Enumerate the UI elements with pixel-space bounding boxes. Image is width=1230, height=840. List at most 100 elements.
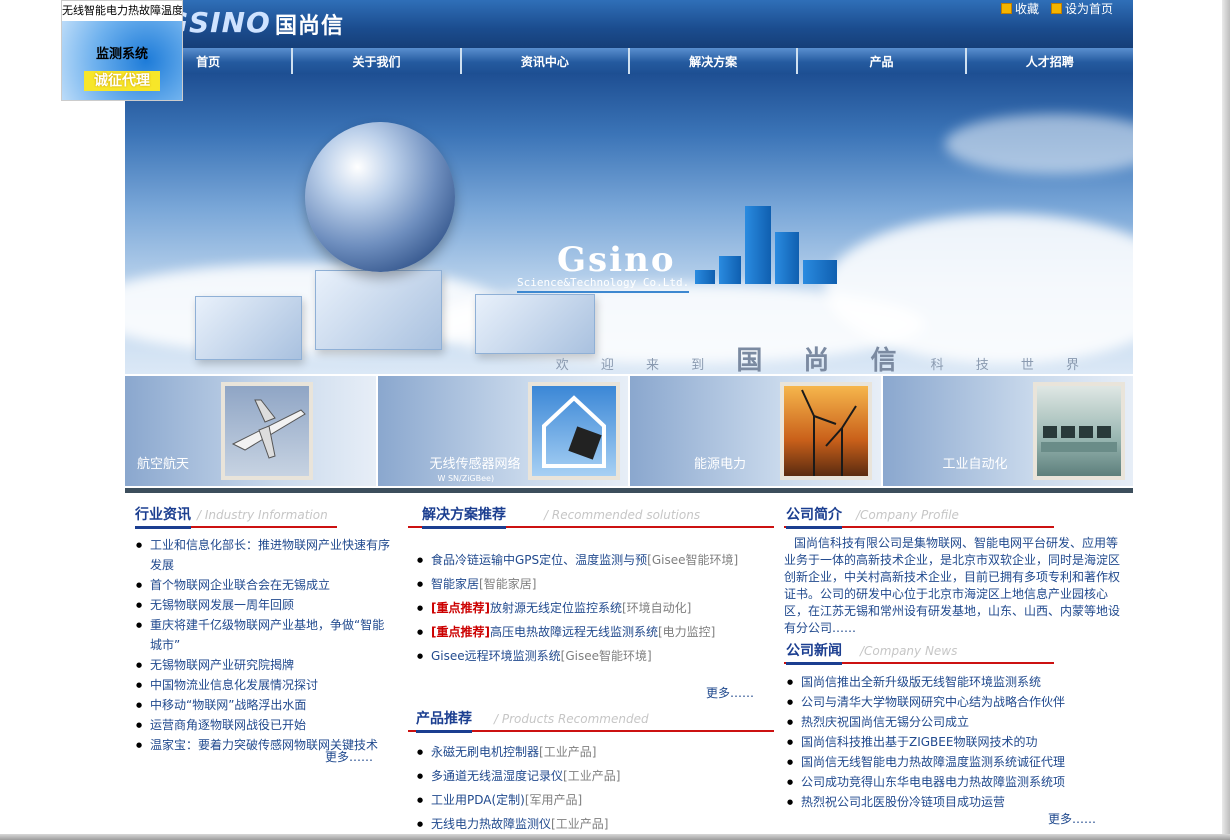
nav-solutions[interactable]: 解决方案 <box>629 48 797 74</box>
list-item[interactable]: 公司与清华大学物联网研究中心结为战略合作伙伴 <box>786 692 1122 712</box>
category-label: 航空航天 <box>137 457 190 472</box>
airplane-image <box>221 382 313 480</box>
product-tag: [军用产品] <box>524 793 583 807</box>
list-item[interactable]: 首个物联网企业联合会在无锡成立 <box>135 575 395 595</box>
solution-title: 高压电热故障远程无线监测系统 <box>489 625 658 639</box>
building-bar <box>695 270 715 284</box>
list-item[interactable]: 无线电力热故障监测仪[工业产品] <box>416 812 774 836</box>
category-strip: 航空航天 无线传感器网络 W SN/ZiGBee) 能源电力 工业自动化 <box>125 376 1133 486</box>
house-chip-image <box>527 382 620 480</box>
list-item[interactable]: 工业和信息化部长：推进物联网产业快速有序发展 <box>135 535 395 575</box>
list-item[interactable]: 公司成功竞得山东华电电器电力热故障监测系统项 <box>786 772 1122 792</box>
company-profile-text: 国尚信科技有限公司是集物联网、智能电网平台研发、应用等业务于一体的高新技术企业，… <box>784 536 1121 635</box>
solution-title: 食品冷链运输中GPS定位、温度监测与预 <box>431 553 648 567</box>
list-item[interactable]: 热烈祝公司北医股份冷链项目成功运营 <box>786 792 1122 812</box>
cloud-shape <box>945 114 1133 174</box>
logo-cn[interactable]: 国尚信 <box>275 8 344 40</box>
solution-tag: [电力监控] <box>658 625 716 639</box>
category-energy[interactable]: 能源电力 <box>630 376 883 486</box>
wind-turbine-image <box>780 382 872 480</box>
industry-more-link[interactable]: 更多…… <box>325 748 373 765</box>
nav-news-center[interactable]: 资讯中心 <box>461 48 628 74</box>
ad-subtitle: 监测系统 <box>95 47 148 62</box>
section-header: 产品推荐 / Products Recommended <box>408 704 774 733</box>
banner-brand-sub: Science&Technology Co.Ltd. <box>517 276 690 293</box>
category-aerospace[interactable]: 航空航天 <box>125 376 378 486</box>
solution-title: Gisee远程环境监测系统 <box>431 649 561 663</box>
company-news-list: 国尚信推出全新升级版无线智能环境监测系统 公司与清华大学物联网研究中心结为战略合… <box>784 672 1122 812</box>
nav-products[interactable]: 产品 <box>798 48 965 74</box>
list-item[interactable]: 国尚信推出全新升级版无线智能环境监测系统 <box>786 672 1122 692</box>
list-item[interactable]: 无锡物联网产业研究院揭牌 <box>135 655 395 675</box>
solution-tag: [Gisee智能环境] <box>560 649 652 663</box>
section-subtitle: / Recommended solutions <box>544 508 701 522</box>
solution-title: 放射源无线定位监控系统 <box>489 601 622 615</box>
main-nav: 首页 关于我们 资讯中心 解决方案 产品 人才招聘 <box>125 48 1133 74</box>
solutions-list: 食品冷链运输中GPS定位、温度监测与预[Gisee智能环境] 智能家居[智能家居… <box>408 548 774 668</box>
industry-section: 行业资讯 / Industry Information 工业和信息化部长：推进物… <box>135 500 395 764</box>
section-title: 公司简介 <box>786 504 842 529</box>
window-edge-right <box>1222 0 1230 840</box>
set-homepage-link[interactable]: 设为首页 <box>1050 0 1113 17</box>
list-item[interactable]: Gisee远程环境监测系统[Gisee智能环境] <box>416 644 774 668</box>
window-edge-bottom <box>0 834 1230 840</box>
buildings-graphic <box>695 204 840 284</box>
list-item[interactable]: 中移动“物联网”战略浮出水面 <box>135 695 395 715</box>
section-title: 公司新闻 <box>786 640 842 665</box>
list-item[interactable]: 重庆将建千亿级物联网产业基地，争做“智能城市” <box>135 615 395 655</box>
ad-cta: 诚征代理 <box>84 71 160 91</box>
cube-center <box>315 270 442 350</box>
list-item[interactable]: 智能家居[智能家居] <box>416 572 774 596</box>
top-links: 收藏 设为首页 <box>1000 0 1113 17</box>
ad-title: 无线智能电力热故障温度 <box>62 1 182 21</box>
list-item[interactable]: 工业用PDA(定制)[军用产品] <box>416 788 774 812</box>
category-label: 工业自动化 <box>942 457 1008 472</box>
welcome-name: 国 尚 信 <box>736 346 913 374</box>
company-news-more-link[interactable]: 更多…… <box>1048 810 1096 827</box>
section-subtitle: /Company Profile <box>856 508 959 522</box>
product-title: 多通道无线温湿度记录仪 <box>431 769 564 783</box>
section-subtitle: /Company News <box>860 644 958 658</box>
product-tag: [工业产品] <box>539 745 597 759</box>
category-industrial[interactable]: 工业自动化 <box>882 376 1133 486</box>
nav-careers[interactable]: 人才招聘 <box>966 48 1133 74</box>
solutions-more-link[interactable]: 更多…… <box>706 684 754 701</box>
floating-ad[interactable]: 无线智能电力热故障温度 监测系统 诚征代理 <box>61 0 183 101</box>
favorite-link[interactable]: 收藏 <box>1000 0 1039 17</box>
section-subtitle: / Products Recommended <box>494 712 649 726</box>
favorite-label: 收藏 <box>1014 2 1039 16</box>
list-item[interactable]: 多通道无线温湿度记录仪[工业产品] <box>416 764 774 788</box>
list-item[interactable]: 食品冷链运输中GPS定位、温度监测与预[Gisee智能环境] <box>416 548 774 572</box>
featured-badge: [重点推荐] <box>431 625 490 639</box>
page-container: GSINO 国尚信 收藏 设为首页 首页 关于我们 资讯中心 解决方案 产品 人… <box>125 0 1133 840</box>
nav-about[interactable]: 关于我们 <box>293 48 460 74</box>
list-item[interactable]: 国尚信科技推出基于ZIGBEE物联网技术的功 <box>786 732 1122 752</box>
site-header: GSINO 国尚信 收藏 设为首页 <box>125 0 1133 48</box>
category-wsn[interactable]: 无线传感器网络 W SN/ZiGBee) <box>377 376 630 486</box>
building-bar <box>745 206 771 284</box>
product-title: 永磁无刷电机控制器 <box>431 745 540 759</box>
list-item[interactable]: 无锡物联网发展一周年回顾 <box>135 595 395 615</box>
hero-banner: Gsino Science&Technology Co.Ltd. 欢 迎 来 到… <box>125 74 1133 374</box>
list-item[interactable]: 中国物流业信息化发展情况探讨 <box>135 675 395 695</box>
product-title: 工业用PDA(定制) <box>431 793 525 807</box>
section-header: 解决方案推荐 / Recommended solutions <box>408 500 774 529</box>
section-subtitle: / Industry Information <box>197 508 328 522</box>
solution-tag: [智能家居] <box>479 577 537 591</box>
list-item[interactable]: 国尚信无线智能电力热故障温度监测系统诚征代理 <box>786 752 1122 772</box>
section-title: 产品推荐 <box>416 708 472 733</box>
list-item[interactable]: [重点推荐]高压电热故障远程无线监测系统[电力监控] <box>416 620 774 644</box>
welcome-text: 欢 迎 来 到 国 尚 信 科 技 世 界 <box>556 340 1093 374</box>
profile-section: 公司简介 /Company Profile 国尚信科技有限公司是集物联网、智能电… <box>784 500 1122 637</box>
category-label: 无线传感器网络 <box>429 457 521 472</box>
list-item[interactable]: 热烈庆祝国尚信无锡分公司成立 <box>786 712 1122 732</box>
divider-line <box>125 488 1133 493</box>
solution-tag: [环境自动化] <box>622 601 692 615</box>
list-item[interactable]: [重点推荐]放射源无线定位监控系统[环境自动化] <box>416 596 774 620</box>
list-item[interactable]: 运营商角逐物联网战役已开始 <box>135 715 395 735</box>
list-item[interactable]: 永磁无刷电机控制器[工业产品] <box>416 740 774 764</box>
section-header: 公司新闻 /Company News <box>784 636 1054 665</box>
welcome-post: 科 技 世 界 <box>930 358 1093 373</box>
control-room-image <box>1032 382 1125 480</box>
category-label: 能源电力 <box>694 457 747 472</box>
